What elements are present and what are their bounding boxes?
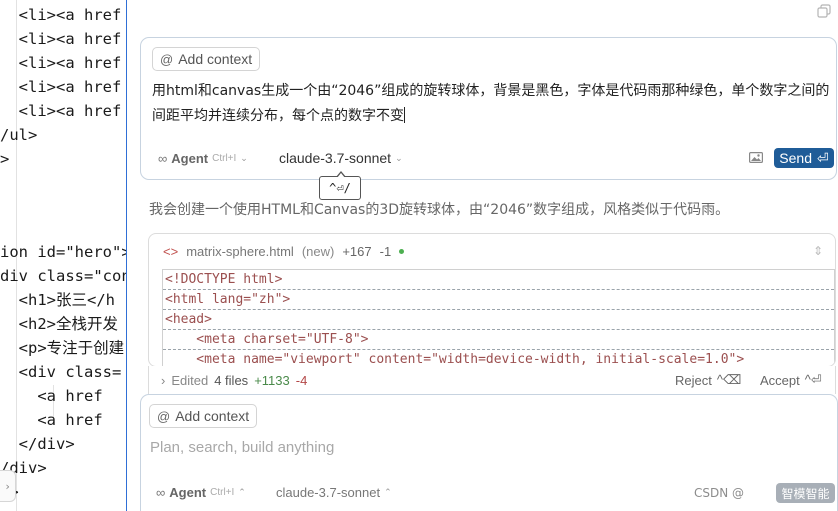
code-line: <h1>张三</h — [0, 291, 115, 309]
chevron-down-icon: ⌄ — [240, 153, 248, 163]
agent-label: Agent — [171, 151, 209, 166]
composer-input[interactable]: Plan, search, build anything — [150, 439, 334, 456]
code-line: <li><a href — [0, 102, 122, 120]
chevron-up-icon: ⌃ — [384, 487, 392, 497]
code-line: <p>专注于创建 — [0, 339, 125, 357]
code-line: <a href — [0, 411, 103, 429]
text-caret — [404, 107, 405, 123]
agent-shortcut: Ctrl+I — [212, 153, 237, 164]
status-dot — [399, 248, 405, 254]
add-context-label: Add context — [178, 51, 253, 67]
code-line: <li><a href — [0, 78, 122, 96]
model-selector[interactable]: claude-3.7-sonnet ⌃ — [276, 485, 392, 500]
edited-lines-added: +1133 — [254, 372, 290, 388]
add-context-button[interactable]: @ Add context — [149, 404, 258, 428]
diff-line: <meta name="viewport" content="width=dev… — [163, 350, 834, 366]
expand-icon[interactable]: ⇕ — [813, 244, 823, 258]
code-line: <li><a href — [0, 6, 122, 24]
infinity-icon: ∞ — [158, 151, 168, 166]
agent-label: Agent — [169, 485, 207, 500]
file-status: (new) — [301, 243, 335, 259]
enter-icon: ⏎ — [816, 149, 829, 166]
chevron-up-icon: ⌃ — [238, 487, 246, 497]
edited-files-toggle[interactable]: › Edited 4 files +1133 -4 — [161, 373, 307, 388]
edited-file-count: 4 files — [214, 372, 249, 388]
watermark-badge: 智模智能 — [776, 483, 835, 503]
diff-line: <head> — [163, 310, 834, 330]
copy-icon[interactable] — [817, 4, 831, 18]
file-name: matrix-sphere.html — [186, 243, 294, 259]
code-editor[interactable]: <li><a href <li><a href <li><a href <li>… — [0, 0, 127, 511]
accept-label: Accept — [760, 372, 800, 388]
prompt-text: 用html和canvas生成一个由“2046”组成的旋转球体，背景是黑色，字体是… — [152, 83, 830, 124]
code-line: <li><a href — [0, 30, 122, 48]
code-file-icon: <> — [163, 243, 179, 259]
file-diff-card[interactable]: <> matrix-sphere.html (new) +167 -1 ⇕ <!… — [148, 233, 836, 367]
lines-added: +167 — [342, 243, 372, 259]
code-line: /ul> — [0, 126, 38, 144]
chevron-down-icon: ⌄ — [395, 152, 403, 163]
tooltip-text: ^⏎/ — [329, 181, 351, 195]
code-line: > — [0, 150, 10, 168]
image-icon[interactable] — [749, 152, 763, 163]
code-line: <li><a href — [0, 54, 122, 72]
code-line: div class="con — [0, 267, 127, 285]
shortcut-tooltip: ^⏎/ — [319, 171, 361, 200]
prompt-message[interactable]: 用html和canvas生成一个由“2046”组成的旋转球体，背景是黑色，字体是… — [152, 79, 832, 129]
diff-line: <html lang="zh"> — [163, 290, 834, 310]
diff-code-view: <!DOCTYPE html> <html lang="zh"> <head> … — [162, 269, 835, 366]
code-line: ion id="hero"> — [0, 243, 127, 261]
reject-shortcut: ^⌫ — [716, 372, 742, 387]
diff-line: <!DOCTYPE html> — [163, 270, 834, 290]
infinity-icon: ∞ — [156, 485, 166, 500]
model-name: claude-3.7-sonnet — [276, 485, 381, 500]
model-name: claude-3.7-sonnet — [279, 150, 392, 166]
add-context-label: Add context — [175, 408, 250, 424]
agent-mode-selector[interactable]: ∞ Agent Ctrl+I ⌄ — [158, 151, 248, 166]
edited-files-bar: › Edited 4 files +1133 -4 Reject ^⌫ Acce… — [148, 366, 836, 394]
scroll-handle[interactable]: › — [0, 470, 16, 502]
edited-lines-removed: -4 — [295, 372, 308, 388]
file-diff-header[interactable]: <> matrix-sphere.html (new) +167 -1 — [149, 234, 835, 268]
add-context-button[interactable]: @ Add context — [152, 47, 261, 71]
reject-button[interactable]: Reject ^⌫ — [675, 372, 741, 388]
reject-label: Reject — [675, 372, 712, 388]
code-line: <div class= — [0, 363, 122, 381]
send-label: Send — [779, 150, 812, 166]
chevron-right-icon: › — [161, 372, 166, 388]
edited-label: Edited — [171, 372, 209, 388]
assistant-reply: 我会创建一个使用HTML和Canvas的3D旋转球体，由“2046”数字组成，风… — [149, 202, 730, 218]
code-line: <h2>全栈开发 — [0, 315, 118, 333]
agent-mode-selector[interactable]: ∞ Agent Ctrl+I ⌃ — [156, 485, 246, 500]
accept-shortcut: ^⏎ — [804, 372, 822, 387]
accept-button[interactable]: Accept ^⏎ — [760, 372, 822, 388]
lines-removed: -1 — [379, 243, 392, 259]
at-icon: @ — [160, 51, 174, 67]
diff-line: <meta charset="UTF-8"> — [163, 330, 834, 350]
model-selector[interactable]: claude-3.7-sonnet ⌄ — [279, 150, 403, 166]
code-line: <a href — [0, 387, 103, 405]
watermark-text: CSDN @ — [694, 486, 745, 500]
at-icon: @ — [157, 408, 171, 424]
send-button[interactable]: Send ⏎ — [774, 148, 834, 168]
code-line: </div> — [0, 435, 75, 453]
agent-shortcut: Ctrl+I — [210, 487, 235, 498]
